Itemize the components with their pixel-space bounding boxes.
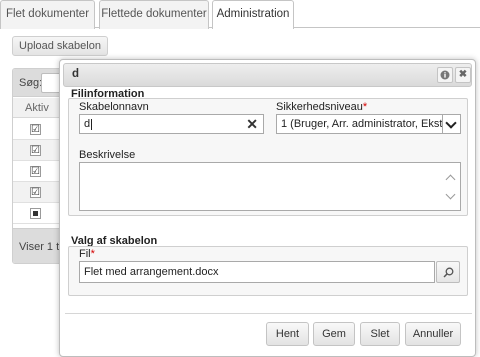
file-label: Fil* bbox=[79, 248, 95, 260]
dialog-divider bbox=[65, 313, 472, 314]
scroll-up-icon[interactable] bbox=[446, 173, 456, 183]
description-label: Beskrivelse bbox=[79, 149, 136, 161]
required-marker: * bbox=[90, 248, 95, 260]
template-fieldset: Fil* Flet med arrangement.docx bbox=[68, 246, 468, 296]
template-name-input[interactable]: d ✕ bbox=[79, 114, 264, 134]
cancel-button[interactable]: Annuller bbox=[405, 322, 461, 346]
file-label-text: Fil bbox=[79, 248, 91, 260]
security-level-value: 1 (Bruger, Arr. administrator, Eksten bbox=[281, 118, 455, 130]
grid-search-label: Søg: bbox=[19, 77, 43, 89]
template-name-label: Skabelonnavn bbox=[79, 101, 149, 113]
active-checkbox[interactable]: ☑ bbox=[30, 145, 41, 156]
active-checkbox-indeterminate[interactable] bbox=[30, 208, 41, 219]
tab-administration[interactable]: Administration bbox=[212, 0, 294, 29]
delete-button[interactable]: Slet bbox=[360, 322, 400, 346]
scroll-down-icon[interactable] bbox=[446, 191, 456, 201]
dialog-titlebar[interactable]: d ✖ bbox=[63, 63, 472, 87]
search-icon bbox=[443, 267, 454, 278]
clear-icon[interactable]: ✕ bbox=[246, 115, 258, 133]
tab-flet-dokumenter[interactable]: Flet dokumenter bbox=[0, 0, 95, 29]
tab-bar: Flet dokumenter Flettede dokumenter Admi… bbox=[0, 0, 480, 29]
active-checkbox[interactable]: ☑ bbox=[30, 124, 41, 135]
description-textarea[interactable] bbox=[79, 162, 461, 211]
template-name-value: d bbox=[84, 118, 91, 130]
required-marker: * bbox=[362, 101, 368, 113]
edit-template-dialog: d ✖ Filinformation Skabelonnavn d ✕ Sikk… bbox=[59, 59, 476, 357]
chevron-down-icon[interactable] bbox=[442, 115, 460, 133]
security-level-label-text: Sikkerhedsniveau bbox=[276, 101, 363, 113]
upload-template-button[interactable]: Upload skabelon bbox=[12, 36, 108, 56]
save-button[interactable]: Gem bbox=[313, 322, 355, 346]
info-icon[interactable] bbox=[437, 67, 453, 83]
close-icon[interactable]: ✖ bbox=[455, 67, 471, 83]
file-info-fieldset: Skabelonnavn d ✕ Sikkerhedsniveau* 1 (Br… bbox=[68, 98, 468, 216]
security-level-select[interactable]: 1 (Bruger, Arr. administrator, Eksten bbox=[276, 114, 461, 134]
active-checkbox[interactable]: ☑ bbox=[30, 166, 41, 177]
file-input[interactable]: Flet med arrangement.docx bbox=[79, 261, 435, 283]
text-caret bbox=[91, 118, 93, 130]
tab-flettede-dokumenter[interactable]: Flettede dokumenter bbox=[99, 0, 209, 29]
security-level-label: Sikkerhedsniveau* bbox=[276, 101, 367, 113]
browse-file-button[interactable] bbox=[436, 261, 460, 283]
active-checkbox[interactable]: ☑ bbox=[30, 187, 41, 198]
fetch-button[interactable]: Hent bbox=[266, 322, 309, 346]
dialog-title: d bbox=[72, 68, 80, 80]
